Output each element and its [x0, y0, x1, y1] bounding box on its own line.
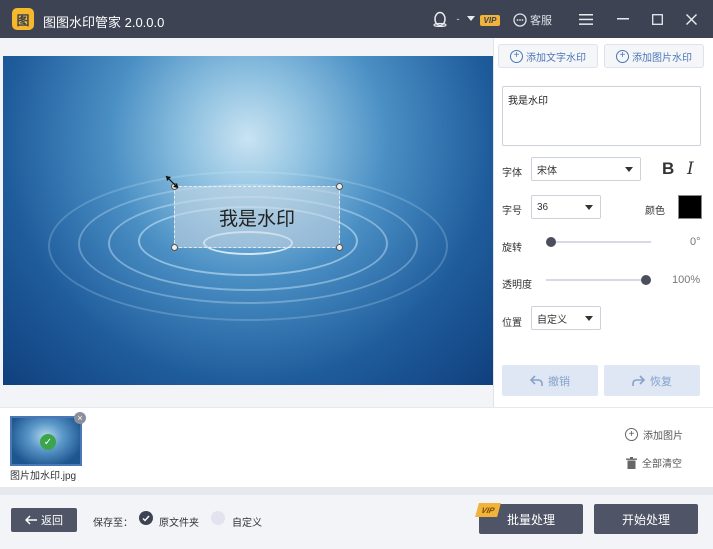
watermark-text-input[interactable]: 我是水印 [502, 86, 701, 146]
batch-label: 批量处理 [506, 512, 555, 527]
opacity-value: 100% [672, 274, 701, 286]
radio-custom[interactable] [211, 511, 225, 525]
start-label: 开始处理 [621, 512, 670, 527]
maximize-icon[interactable] [650, 9, 664, 29]
size-select[interactable]: 36 [531, 195, 601, 219]
radio-original-folder[interactable] [139, 511, 153, 525]
service-label: 客服 [530, 15, 552, 27]
back-label: 返回 [41, 515, 63, 527]
redo-label: 恢复 [650, 375, 672, 388]
opacity-slider-track[interactable] [546, 279, 651, 281]
penguin-icon[interactable] [431, 9, 449, 29]
add-image-button[interactable]: + 添加图片 [625, 427, 683, 442]
clear-all-button[interactable]: 全部清空 [626, 455, 682, 470]
app-logo-icon: 图 [12, 8, 34, 30]
menu-icon[interactable] [578, 9, 594, 29]
image-canvas[interactable]: 我是水印 [3, 56, 493, 385]
rotate-slider-knob[interactable] [546, 237, 556, 247]
opacity-slider-knob[interactable] [641, 275, 651, 285]
size-label: 字号 [502, 206, 522, 217]
thumbnail-strip: ✓ × 图片加水印.jpg + 添加图片 全部清空 [0, 407, 713, 487]
bold-button[interactable]: B [662, 159, 674, 179]
settings-panel: + 添加文字水印 + 添加图片水印 我是水印 字体 宋体 B I 字号 36 颜… [493, 38, 713, 407]
plus-icon: + [625, 428, 638, 441]
app-title: 图图水印管家 2.0.0.0 [43, 15, 165, 30]
watermark-box[interactable]: 我是水印 [171, 183, 343, 251]
remove-thumbnail-icon[interactable]: × [74, 412, 86, 424]
color-picker[interactable] [678, 195, 702, 219]
position-label: 位置 [502, 318, 522, 329]
add-image-label: 添加图片 [643, 431, 683, 442]
back-button[interactable]: 返回 [11, 508, 77, 532]
rotate-label: 旋转 [502, 243, 522, 254]
check-icon [142, 515, 150, 522]
position-select[interactable]: 自定义 [531, 306, 601, 330]
save-to-label: 保存至： [93, 518, 133, 529]
size-value: 36 [537, 201, 549, 213]
app-window: 图 图图水印管家 2.0.0.0 - VIP 客服 我是水印 + 添加文字水印 … [0, 0, 713, 549]
italic-button[interactable]: I [687, 159, 694, 179]
opacity-label: 透明度 [502, 280, 532, 291]
title-bar: 图 图图水印管家 2.0.0.0 - VIP 客服 [0, 0, 713, 38]
font-label: 字体 [502, 168, 522, 179]
service-button[interactable]: 客服 [513, 12, 552, 28]
app-logo-glyph: 图 [16, 12, 30, 28]
plus-icon: + [616, 49, 629, 63]
dropdown-caret-icon[interactable] [466, 9, 476, 29]
watermark-text: 我是水印 [218, 207, 295, 230]
rotate-handle[interactable] [336, 183, 343, 190]
font-value: 宋体 [537, 165, 557, 177]
plus-icon: + [510, 49, 523, 63]
tab-label: 添加图片水印 [632, 52, 692, 64]
divider [0, 487, 713, 495]
vip-corner-badge: VIP [475, 503, 501, 517]
chat-icon [513, 13, 527, 27]
minimize-icon[interactable] [615, 9, 631, 29]
tab-add-image-watermark[interactable]: + 添加图片水印 [604, 44, 704, 68]
rotate-value: 0° [690, 236, 701, 248]
tab-label: 添加文字水印 [526, 52, 586, 64]
redo-button[interactable]: 恢复 [604, 365, 700, 396]
chevron-down-icon [585, 315, 593, 321]
trash-icon [626, 456, 637, 469]
preview-area: 我是水印 [0, 38, 493, 407]
undo-button[interactable]: 撤销 [502, 365, 598, 396]
chevron-down-icon [625, 166, 633, 172]
back-arrow-icon [25, 515, 37, 524]
clear-all-label: 全部清空 [642, 459, 682, 470]
check-icon: ✓ [40, 434, 56, 450]
redo-icon [632, 374, 645, 386]
original-folder-label: 原文件夹 [159, 518, 199, 529]
resize-handle[interactable] [336, 244, 343, 251]
dash-icon: - [456, 14, 460, 24]
rotate-slider-track[interactable] [546, 241, 651, 243]
chevron-down-icon [585, 204, 593, 210]
start-process-button[interactable]: 开始处理 [594, 504, 698, 534]
undo-label: 撤销 [548, 375, 570, 388]
color-label: 颜色 [645, 206, 665, 217]
custom-label: 自定义 [232, 518, 262, 529]
position-value: 自定义 [537, 314, 567, 326]
tab-add-text-watermark[interactable]: + 添加文字水印 [498, 44, 598, 68]
bottom-bar: 返回 保存至： 原文件夹 自定义 批量处理 VIP 开始处理 [0, 495, 713, 549]
font-select[interactable]: 宋体 [531, 157, 641, 181]
move-cursor-icon [164, 174, 180, 193]
undo-icon [530, 374, 543, 386]
resize-handle[interactable] [171, 244, 178, 251]
vip-badge[interactable]: VIP [480, 15, 500, 26]
thumbnail-image[interactable]: ✓ [10, 416, 82, 466]
thumbnail-filename: 图片加水印.jpg [10, 471, 77, 482]
close-icon[interactable] [684, 9, 698, 29]
